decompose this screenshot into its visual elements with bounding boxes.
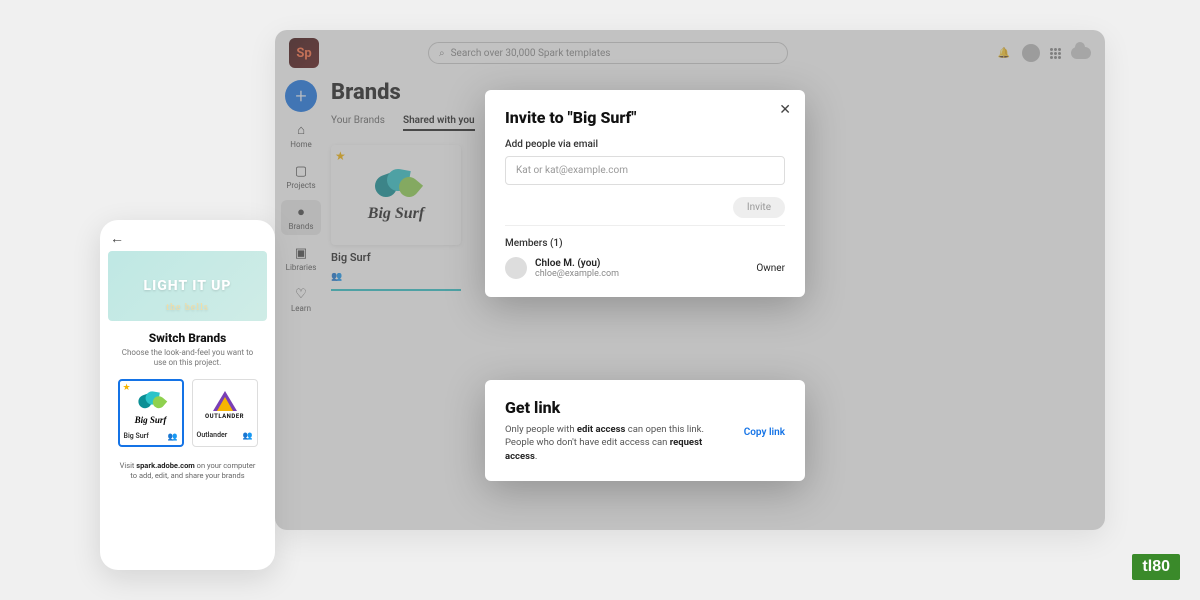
tile-outlander[interactable]: OUTLANDER Outlander👥 (192, 379, 258, 447)
bell-icon[interactable]: 🔔 (996, 45, 1012, 61)
search-input[interactable]: ⌕ Search over 30,000 Spark templates (428, 42, 788, 64)
getlink-modal: Get link Only people with edit access ca… (485, 380, 805, 481)
search-icon: ⌕ (439, 48, 445, 59)
brand-tiles: ★ Big Surf Big Surf👥 OUTLANDER Outlander… (108, 379, 267, 447)
rail-home[interactable]: ⌂ Home (281, 118, 321, 153)
member-name: Chloe M. (you) (535, 258, 748, 269)
outlander-logo (213, 391, 237, 411)
tab-your-brands[interactable]: Your Brands (331, 115, 385, 131)
member-avatar (505, 257, 527, 279)
member-row: Chloe M. (you) chloe@example.com Owner (505, 257, 785, 279)
shared-icon: 👥 (331, 272, 342, 282)
back-icon[interactable]: ← (108, 230, 267, 247)
invite-title: Invite to "Big Surf" (505, 108, 785, 127)
rail-brands[interactable]: ● Brands (281, 200, 321, 235)
top-bar: Sp ⌕ Search over 30,000 Spark templates … (275, 38, 1105, 68)
left-rail: + ⌂ Home ▢ Projects ● Brands ▣ Libraries… (281, 80, 321, 317)
libraries-icon: ▣ (293, 245, 309, 261)
phone-mockup: ← LIGHT IT UP the bells Switch Brands Ch… (100, 220, 275, 570)
copy-link-button[interactable]: Copy link (744, 427, 785, 438)
tab-shared[interactable]: Shared with you (403, 115, 475, 131)
learn-icon: ♡ (293, 286, 309, 302)
rail-libraries[interactable]: ▣ Libraries (281, 241, 321, 276)
phone-footer: Visit spark.adobe.com on your computer t… (108, 461, 267, 482)
star-icon: ★ (123, 383, 131, 393)
brands-icon: ● (293, 204, 309, 220)
spark-logo[interactable]: Sp (289, 38, 319, 68)
avatar[interactable] (1022, 44, 1040, 62)
member-email: chloe@example.com (535, 269, 748, 279)
corner-badge: tl80 (1132, 554, 1180, 580)
invite-button[interactable]: Invite (733, 197, 785, 218)
getlink-title: Get link (505, 398, 785, 417)
rail-learn[interactable]: ♡ Learn (281, 282, 321, 317)
tile-bigsurf[interactable]: ★ Big Surf Big Surf👥 (118, 379, 184, 447)
member-role: Owner (756, 263, 785, 274)
brand-name: Big Surf (331, 251, 461, 264)
bigsurf-logo: Big Surf (368, 167, 424, 223)
brand-card-bigsurf[interactable]: ★ Big Surf Big Surf 👥 (331, 145, 461, 291)
email-field[interactable]: Kat or kat@example.com (505, 156, 785, 185)
home-icon: ⌂ (293, 122, 309, 138)
project-hero: LIGHT IT UP the bells (108, 251, 267, 321)
apps-grid-icon[interactable] (1050, 48, 1061, 59)
members-header: Members (1) (505, 225, 785, 249)
top-right-icons: 🔔 (996, 44, 1091, 62)
desktop-window: Sp ⌕ Search over 30,000 Spark templates … (275, 30, 1105, 530)
shared-icon: 👥 (243, 431, 253, 440)
star-icon: ★ (335, 149, 346, 163)
invite-modal: ✕ Invite to "Big Surf" Add people via em… (485, 90, 805, 297)
brand-thumb: ★ Big Surf (331, 145, 461, 245)
cloud-icon[interactable] (1071, 47, 1091, 59)
shared-icon: 👥 (168, 432, 178, 441)
add-people-label: Add people via email (505, 139, 785, 150)
phone-title: Switch Brands (108, 331, 267, 345)
projects-icon: ▢ (293, 163, 309, 179)
create-fab[interactable]: + (285, 80, 317, 112)
getlink-description: Only people with edit access can open th… (505, 423, 732, 463)
phone-subtitle: Choose the look-and-feel you want to use… (108, 348, 267, 369)
rail-projects[interactable]: ▢ Projects (281, 159, 321, 194)
search-placeholder: Search over 30,000 Spark templates (451, 48, 611, 59)
close-icon[interactable]: ✕ (779, 102, 791, 118)
